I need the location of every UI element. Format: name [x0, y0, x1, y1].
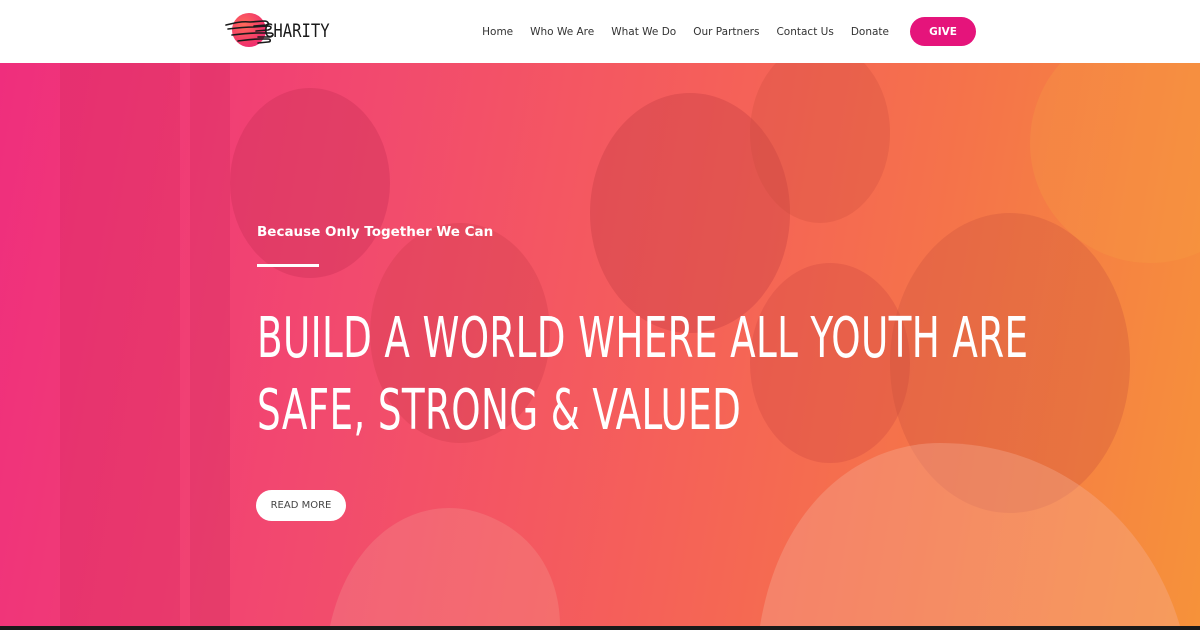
- give-button[interactable]: GIVE: [910, 17, 976, 46]
- main-nav: Home Who We Are What We Do Our Partners …: [482, 17, 976, 46]
- hero-headline-line-2: SAFE, STRONG & VALUED: [257, 378, 742, 443]
- hero-banner: Because Only Together We Can BUILD A WOR…: [0, 63, 1200, 626]
- hero-tagline: Because Only Together We Can: [257, 224, 494, 240]
- nav-item-who-we-are[interactable]: Who We Are: [530, 26, 594, 38]
- charity-logo[interactable]: CHARITY: [224, 11, 344, 51]
- nav-item-donate[interactable]: Donate: [851, 26, 889, 38]
- site-header: CHARITY Home Who We Are What We Do Our P…: [0, 0, 1200, 63]
- nav-item-contact-us[interactable]: Contact Us: [776, 26, 833, 38]
- read-more-button[interactable]: READ MORE: [256, 490, 346, 521]
- hero-headline: BUILD A WORLD WHERE ALL YOUTH ARE SAFE, …: [257, 303, 1029, 447]
- nav-item-our-partners[interactable]: Our Partners: [693, 26, 759, 38]
- hands-over-circle-icon: [224, 11, 274, 51]
- nav-item-home[interactable]: Home: [482, 26, 513, 38]
- hero-headline-line-1: BUILD A WORLD WHERE ALL YOUTH ARE: [257, 306, 1029, 371]
- logo-text: CHARITY: [263, 20, 330, 42]
- hero-bottom-bar: [0, 626, 1200, 630]
- nav-item-what-we-do[interactable]: What We Do: [611, 26, 676, 38]
- tagline-divider: [257, 264, 319, 267]
